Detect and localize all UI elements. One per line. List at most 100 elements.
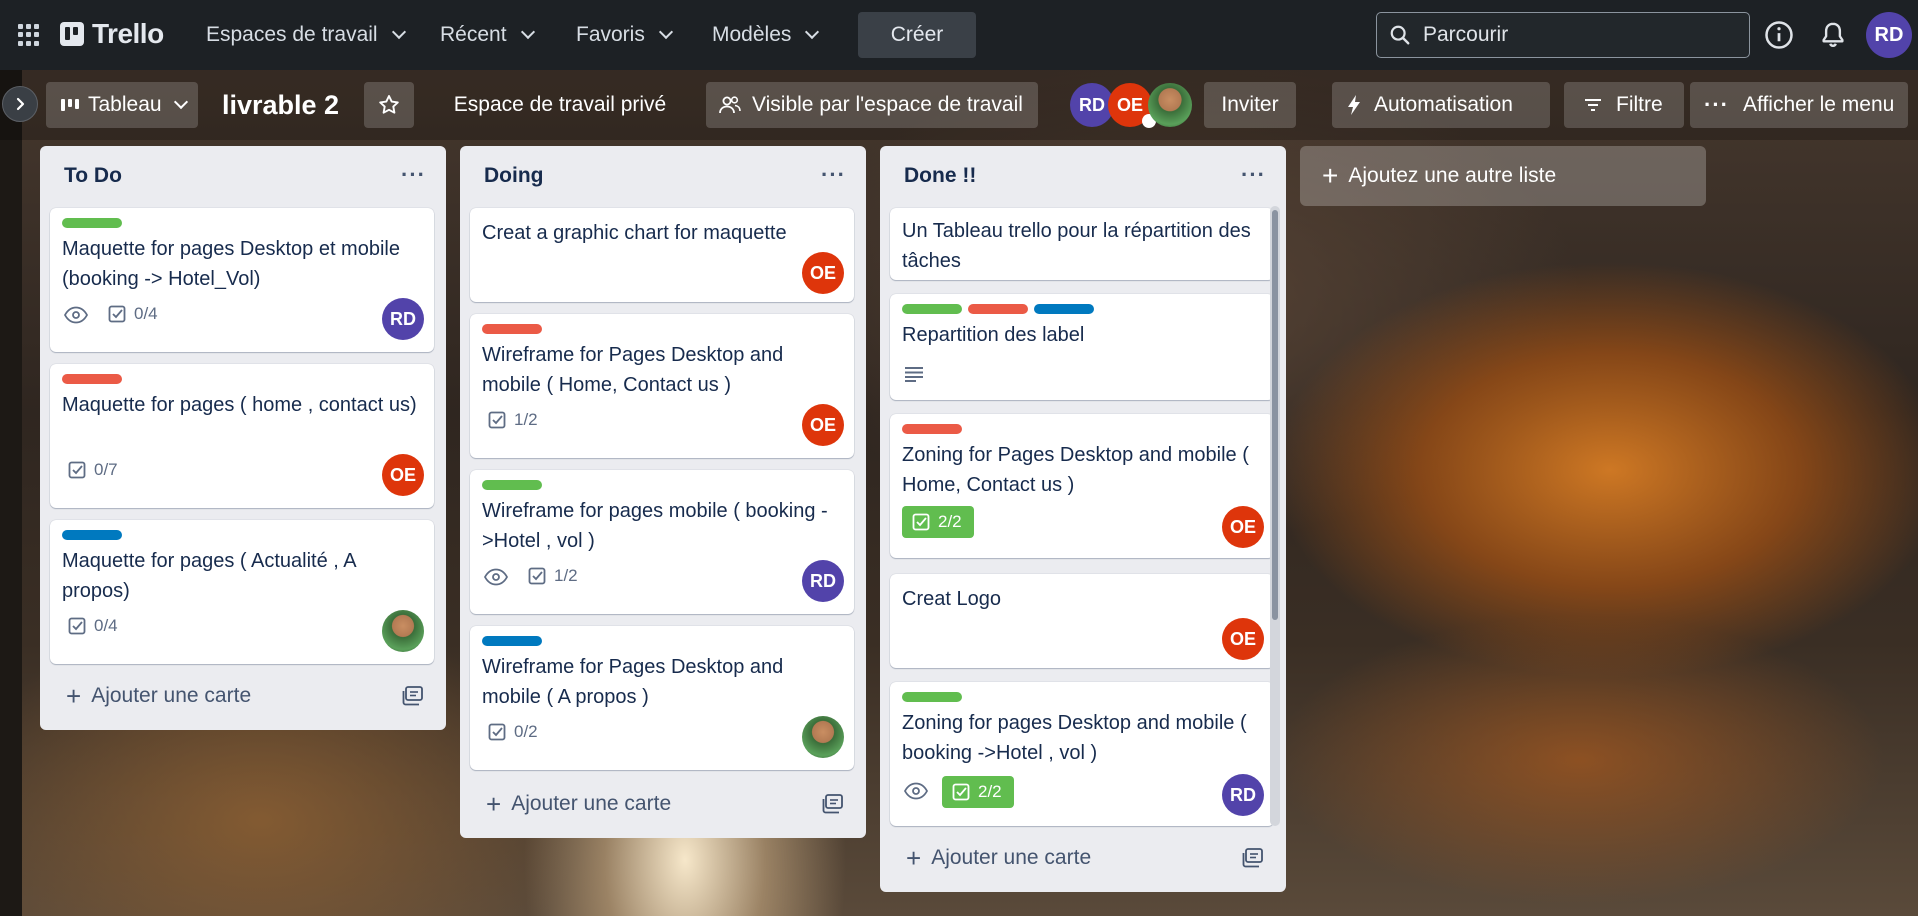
chevron-down-icon [173, 94, 188, 110]
card-member-avatar[interactable]: RD [1222, 774, 1264, 816]
board-title[interactable]: livrable 2 [222, 90, 339, 121]
checklist-count: 0/2 [514, 722, 538, 741]
label-blue[interactable] [1034, 304, 1094, 314]
member-avatar-photo[interactable] [1148, 83, 1192, 127]
filter-button[interactable]: Filtre [1564, 82, 1684, 128]
card-member-avatar[interactable]: RD [802, 560, 844, 602]
card[interactable]: Wireframe for Pages Desktop and mobile (… [470, 314, 854, 458]
label-red[interactable] [968, 304, 1028, 314]
label-green[interactable] [62, 218, 122, 228]
list-title[interactable]: Done !! [904, 164, 976, 188]
card[interactable]: Wireframe for pages mobile ( booking ->H… [470, 470, 854, 614]
add-card-button[interactable]: + Ajouter une carte [486, 789, 671, 819]
card-member-avatar[interactable]: OE [1222, 506, 1264, 548]
card-template-icon[interactable] [822, 794, 844, 814]
card[interactable]: Maquette for pages ( home , contact us) … [50, 364, 434, 508]
list-menu-icon[interactable]: ··· [1241, 162, 1266, 188]
card-title: Zoning for Pages Desktop and mobile ( Ho… [902, 444, 1249, 496]
card-member-avatar[interactable]: OE [382, 454, 424, 496]
label-green[interactable] [902, 692, 962, 702]
label-red[interactable] [482, 324, 542, 334]
user-avatar[interactable]: RD [1866, 12, 1912, 58]
label-red[interactable] [902, 424, 962, 434]
menu-workspaces[interactable]: Espaces de travail [206, 16, 406, 54]
checklist-badge: 1/2 [488, 410, 538, 430]
label-green[interactable] [902, 304, 962, 314]
card-member-avatar[interactable]: OE [1222, 618, 1264, 660]
card-template-icon[interactable] [402, 686, 424, 706]
menu-starred[interactable]: Favoris [576, 16, 673, 54]
trello-logo[interactable]: Trello [60, 18, 164, 50]
list-scrollbar-thumb[interactable] [1272, 210, 1278, 620]
card[interactable]: Maquette for pages ( Actualité , A propo… [50, 520, 434, 664]
checklist-icon [488, 723, 506, 741]
invite-button[interactable]: Inviter [1204, 82, 1296, 128]
checklist-icon [108, 305, 126, 323]
card[interactable]: Maquette for pages Desktop et mobile (bo… [50, 208, 434, 352]
checklist-count: 0/7 [94, 460, 118, 479]
checklist-count: 1/2 [554, 566, 578, 585]
chevron-down-icon [391, 24, 406, 40]
show-menu-button[interactable]: ··· Afficher le menu [1690, 82, 1908, 128]
chevron-down-icon [805, 24, 820, 40]
card-member-avatar[interactable] [382, 610, 424, 652]
menu-recent[interactable]: Récent [440, 16, 535, 54]
description-icon [905, 367, 923, 382]
search-placeholder: Parcourir [1423, 23, 1509, 46]
create-button[interactable]: Créer [858, 12, 976, 58]
card-member-avatar[interactable]: OE [802, 404, 844, 446]
label-blue[interactable] [482, 636, 542, 646]
app-switcher-icon[interactable] [14, 22, 40, 48]
workspace-button[interactable]: Espace de travail privé [436, 82, 684, 128]
checklist-count: 0/4 [134, 304, 158, 323]
checklist-icon [488, 411, 506, 429]
card-member-avatar[interactable]: OE [802, 252, 844, 294]
label-red[interactable] [62, 374, 122, 384]
menu-templates[interactable]: Modèles [712, 16, 820, 54]
card[interactable]: Un Tableau trello pour la répartition de… [890, 208, 1274, 280]
menu-recent-label: Récent [440, 23, 507, 46]
checklist-count: 0/4 [94, 616, 118, 635]
card[interactable]: Creat Logo OE [890, 574, 1274, 668]
card-member-avatar[interactable] [802, 716, 844, 758]
card-title: Maquette for pages ( Actualité , A propo… [62, 550, 356, 602]
list-menu-icon[interactable]: ··· [821, 162, 846, 188]
add-card-button[interactable]: + Ajouter une carte [66, 683, 251, 709]
checklist-count: 2/2 [978, 782, 1002, 801]
visibility-button[interactable]: Visible par l'espace de travail [706, 82, 1038, 128]
add-list-button[interactable]: + Ajoutez une autre liste [1300, 146, 1706, 206]
label-green[interactable] [482, 480, 542, 490]
star-board-button[interactable] [364, 82, 414, 128]
card[interactable]: Repartition des label [890, 294, 1274, 400]
list-title[interactable]: Doing [484, 164, 543, 188]
checklist-icon [68, 617, 86, 635]
bell-icon[interactable] [1818, 20, 1848, 50]
card-title: Creat Logo [902, 588, 1001, 610]
list-done: Done !! ··· Un Tableau trello pour la ré… [880, 146, 1286, 892]
card-template-icon[interactable] [1242, 848, 1264, 868]
plus-icon: + [486, 789, 502, 819]
list-title[interactable]: To Do [64, 164, 122, 188]
label-blue[interactable] [62, 530, 122, 540]
star-icon [379, 95, 399, 114]
expand-sidebar-button[interactable] [2, 86, 38, 122]
list-menu-icon[interactable]: ··· [401, 162, 426, 188]
automation-button[interactable]: Automatisation [1332, 82, 1550, 128]
list-todo: To Do ··· Maquette for pages Desktop et … [40, 146, 446, 730]
menu-starred-label: Favoris [576, 23, 645, 46]
search-input[interactable]: Parcourir [1376, 12, 1750, 58]
card[interactable]: Creat a graphic chart for maquette OE [470, 208, 854, 302]
add-card-button[interactable]: + Ajouter une carte [906, 843, 1091, 873]
plus-icon: + [906, 843, 922, 873]
card[interactable]: Zoning for Pages Desktop and mobile ( Ho… [890, 414, 1274, 558]
card[interactable]: Wireframe for Pages Desktop and mobile (… [470, 626, 854, 770]
board-view-switcher[interactable]: Tableau [46, 82, 198, 128]
checklist-count: 2/2 [938, 512, 962, 531]
card[interactable]: Zoning for pages Desktop and mobile ( bo… [890, 682, 1274, 826]
board-view-icon [61, 99, 79, 111]
checklist-count: 1/2 [514, 410, 538, 429]
card-member-avatar[interactable]: RD [382, 298, 424, 340]
lightning-icon [1348, 95, 1360, 115]
info-icon[interactable] [1764, 20, 1794, 50]
card-title: Wireframe for pages mobile ( booking ->H… [482, 500, 828, 552]
